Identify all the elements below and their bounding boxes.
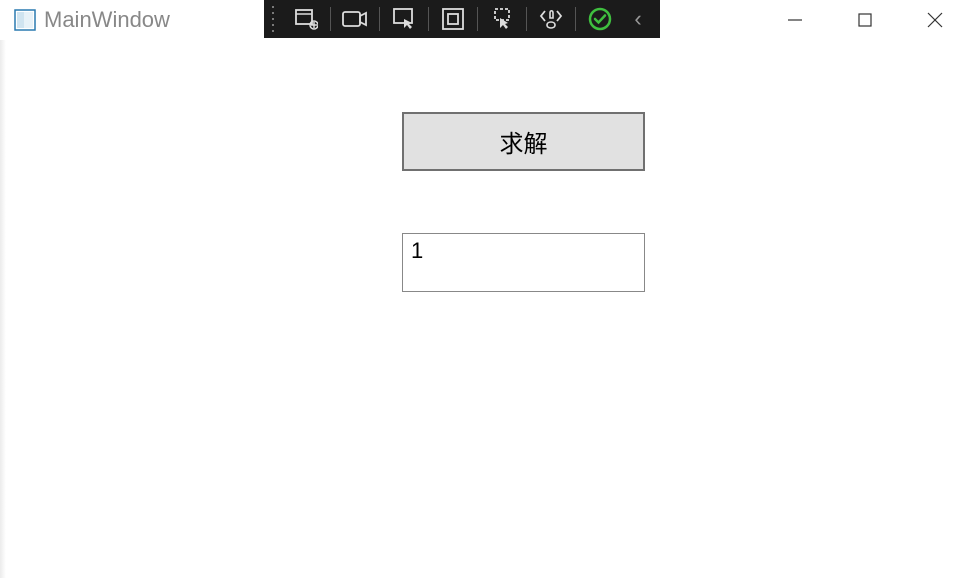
hot-reload-status-icon[interactable] — [578, 1, 622, 37]
live-visual-tree-icon[interactable] — [284, 1, 328, 37]
client-area: 求解 1 — [8, 40, 970, 578]
result-output: 1 — [402, 233, 645, 292]
hot-reload-icon[interactable] — [529, 1, 573, 37]
window-title: MainWindow — [44, 7, 170, 33]
toolbar-separator — [575, 7, 576, 31]
collapse-toolbar-icon[interactable]: ‹ — [622, 1, 654, 37]
toolbar-separator — [477, 7, 478, 31]
debug-toolbar: ‹ — [264, 0, 660, 38]
minimize-button[interactable] — [760, 0, 830, 40]
select-element-icon[interactable] — [382, 1, 426, 37]
toolbar-drag-handle[interactable] — [270, 4, 280, 34]
layout-adorners-icon[interactable] — [431, 1, 475, 37]
window-controls — [760, 0, 970, 40]
track-focus-icon[interactable] — [480, 1, 524, 37]
window-left-edge — [0, 0, 6, 578]
close-button[interactable] — [900, 0, 970, 40]
toolbar-separator — [330, 7, 331, 31]
app-icon — [14, 9, 36, 31]
titlebar: MainWindow — [0, 0, 970, 40]
toolbar-separator — [526, 7, 527, 31]
solve-button[interactable]: 求解 — [402, 112, 645, 171]
maximize-button[interactable] — [830, 0, 900, 40]
toolbar-separator — [379, 7, 380, 31]
camera-icon[interactable] — [333, 1, 377, 37]
chevron-left-icon: ‹ — [634, 6, 641, 32]
toolbar-separator — [428, 7, 429, 31]
